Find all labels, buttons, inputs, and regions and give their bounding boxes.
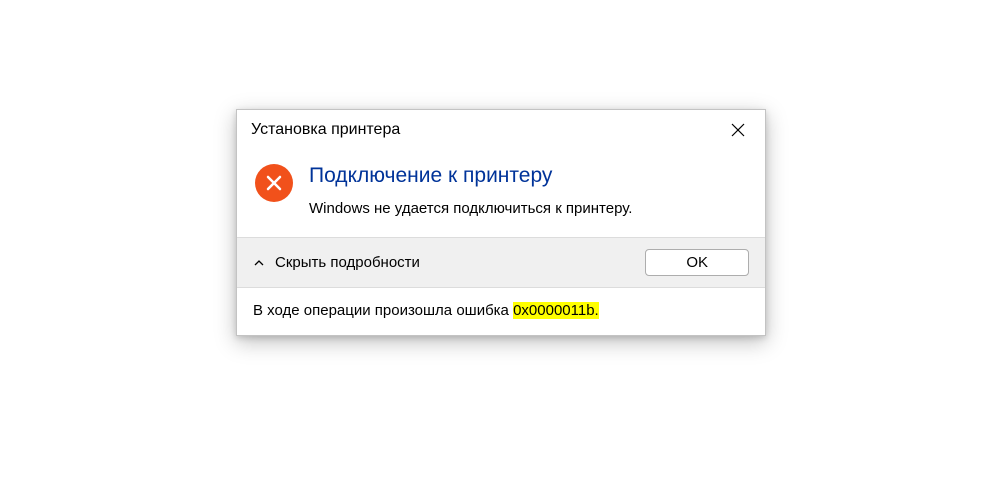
chevron-up-icon [253, 257, 265, 269]
details-toggle[interactable]: Скрыть подробности [253, 254, 420, 271]
dialog-footer: Скрыть подробности OK [237, 237, 765, 287]
error-dialog: Установка принтера Подключение к принтер… [236, 109, 766, 336]
error-x-icon [265, 174, 283, 192]
dialog-content: Подключение к принтеру Windows не удаетс… [237, 148, 765, 237]
details-suffix: . [595, 302, 599, 319]
dialog-titlebar: Установка принтера [237, 110, 765, 148]
ok-button[interactable]: OK [645, 249, 749, 276]
dialog-message: Windows не удается подключиться к принте… [309, 198, 747, 219]
details-prefix: В ходе операции произошла ошибка [253, 302, 513, 319]
error-code: 0x0000011b [513, 302, 594, 319]
content-text: Подключение к принтеру Windows не удаетс… [309, 162, 747, 219]
error-icon [255, 164, 293, 202]
close-button[interactable] [723, 118, 753, 142]
dialog-heading: Подключение к принтеру [309, 164, 747, 188]
details-panel: В ходе операции произошла ошибка 0x00000… [237, 287, 765, 335]
dialog-title: Установка принтера [251, 121, 400, 139]
details-toggle-label: Скрыть подробности [275, 254, 420, 271]
close-icon [731, 123, 745, 137]
